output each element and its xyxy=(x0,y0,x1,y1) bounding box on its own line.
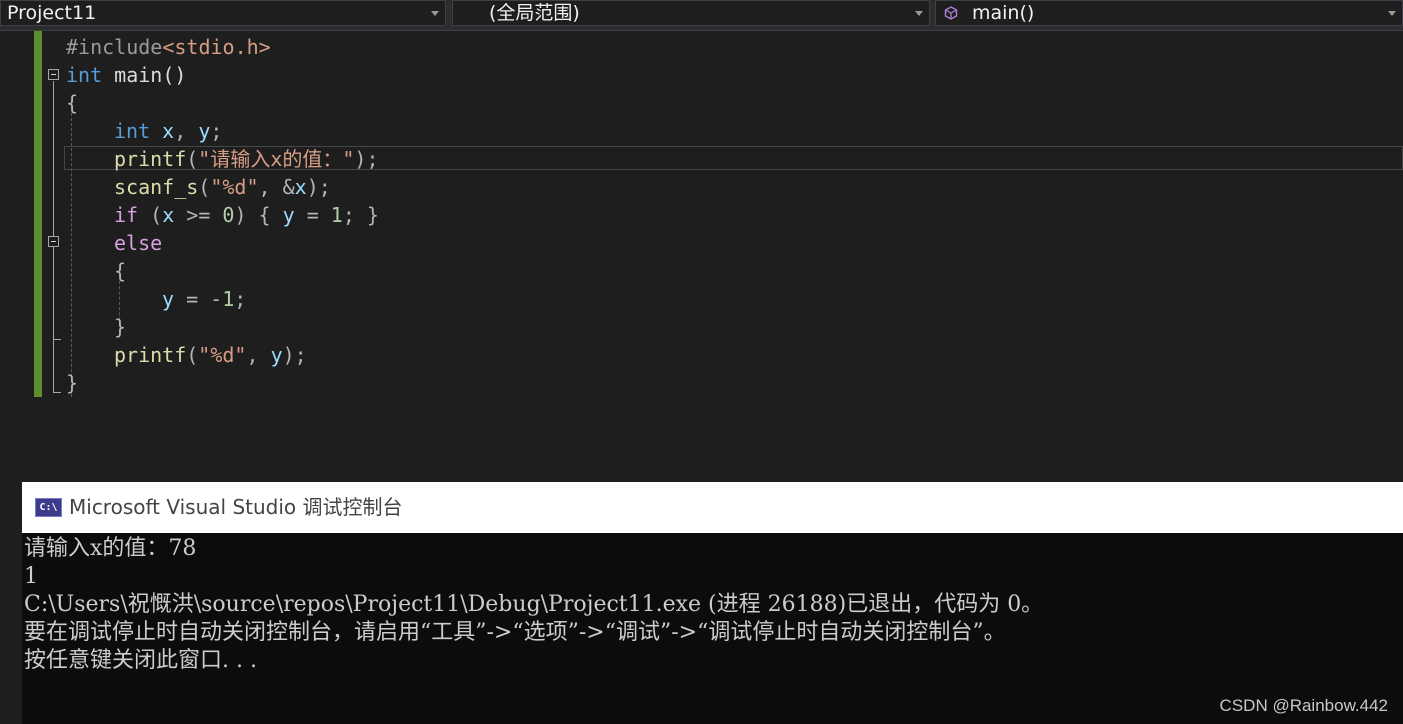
console-line: 要在调试停止时自动关闭控制台，请启用“工具”->“选项”->“调试”->“调试停… xyxy=(24,620,1006,645)
chevron-down-icon[interactable] xyxy=(915,11,923,16)
function-name: printf xyxy=(114,343,187,367)
brace: { xyxy=(66,91,79,115)
code-line-9: { xyxy=(114,257,126,285)
number-literal: 0 xyxy=(222,203,235,227)
project-dropdown[interactable]: Project11 xyxy=(0,0,446,26)
member-label: main() xyxy=(972,2,1035,24)
operator: = xyxy=(294,203,331,227)
code-line-1: #include<stdio.h> xyxy=(66,33,271,61)
punctuation: ( xyxy=(138,203,163,227)
control-keyword: if xyxy=(114,203,139,227)
fold-outline-end xyxy=(53,392,61,393)
code-line-4: int x, y; xyxy=(114,117,222,145)
string-literal: "%d" xyxy=(198,343,247,367)
number-literal: 1 xyxy=(222,287,235,311)
code-line-12: printf("%d", y); xyxy=(114,341,307,369)
variable: y xyxy=(270,343,283,367)
code-line-6: scanf_s("%d", &x); xyxy=(114,173,331,201)
change-tracking-bar xyxy=(34,31,42,397)
console-app-icon: C:\ xyxy=(35,498,62,517)
variable: x xyxy=(162,203,175,227)
project-name: Project11 xyxy=(7,2,97,24)
chevron-down-icon[interactable] xyxy=(431,11,439,16)
punctuation: ); xyxy=(306,175,331,199)
code-line-8: else xyxy=(114,229,162,257)
include-directive: #include xyxy=(66,35,163,59)
punctuation: ( xyxy=(198,175,211,199)
fold-outline-end xyxy=(53,339,61,340)
watermark: CSDN @Rainbow.442 xyxy=(1219,696,1388,715)
punctuation: ( xyxy=(186,147,199,171)
code-editor[interactable]: #include<stdio.h> int main() { int x, y;… xyxy=(0,31,1403,481)
function-name: scanf_s xyxy=(114,175,199,199)
punctuation: ); xyxy=(282,343,307,367)
scope-dropdown[interactable]: (全局范围) xyxy=(452,0,930,26)
code-line-2: int main() xyxy=(66,61,186,89)
collapse-icon[interactable] xyxy=(48,69,59,80)
code-line-10: y = -1; xyxy=(162,285,246,313)
console-line: 请输入x的值：78 xyxy=(24,536,197,561)
code-line-13: } xyxy=(66,369,78,397)
variable: x xyxy=(294,175,307,199)
operator: >= xyxy=(174,203,223,227)
member-dropdown[interactable]: main() xyxy=(935,0,1403,26)
punctuation: ; } xyxy=(342,203,379,227)
punctuation: ( xyxy=(186,343,199,367)
punctuation: , xyxy=(246,343,271,367)
punctuation: , & xyxy=(258,175,295,199)
punctuation: , xyxy=(174,119,187,143)
punctuation: ); xyxy=(354,147,379,171)
punctuation: ) { xyxy=(234,203,283,227)
keyword: int xyxy=(66,63,103,87)
include-file: <stdio.h> xyxy=(162,35,271,59)
number-literal: 1 xyxy=(330,203,343,227)
variable: y xyxy=(282,203,295,227)
console-window-title: Microsoft Visual Studio 调试控制台 xyxy=(69,495,403,519)
console-output[interactable]: 请输入x的值：78 1 C:\Users\祝慨洪\source\repos\Pr… xyxy=(22,533,1403,724)
code-line-7: if (x >= 0) { y = 1; } xyxy=(114,201,379,229)
console-line: 1 xyxy=(24,564,38,589)
control-keyword: else xyxy=(114,231,163,255)
collapse-icon[interactable] xyxy=(48,236,59,247)
punctuation: ; xyxy=(210,119,223,143)
string-literal: "请输入x的值：" xyxy=(198,147,355,171)
chevron-down-icon[interactable] xyxy=(1388,11,1396,16)
string-literal: "%d" xyxy=(210,175,259,199)
variable: y xyxy=(198,119,211,143)
brace: } xyxy=(66,371,79,395)
console-line: 按任意键关闭此窗口. . . xyxy=(24,648,257,673)
scope-label: (全局范围) xyxy=(489,2,580,24)
code-line-5: printf("请输入x的值："); xyxy=(114,145,379,173)
code-line-11: } xyxy=(114,313,126,341)
brace: } xyxy=(114,315,127,339)
brace: { xyxy=(114,259,127,283)
navigation-bar: Project11 (全局范围) main() xyxy=(0,0,1403,31)
main-signature: main() xyxy=(102,63,187,87)
punctuation: ; xyxy=(234,287,247,311)
cube-icon xyxy=(944,6,958,20)
console-title-bar[interactable]: C:\ Microsoft Visual Studio 调试控制台 xyxy=(22,482,1403,533)
variable: x xyxy=(162,119,175,143)
variable: y xyxy=(162,287,175,311)
console-line: C:\Users\祝慨洪\source\repos\Project11\Debu… xyxy=(24,592,1044,617)
keyword: int xyxy=(114,119,151,143)
operator: = - xyxy=(174,287,223,311)
code-line-3: { xyxy=(66,89,78,117)
function-name: printf xyxy=(114,147,187,171)
